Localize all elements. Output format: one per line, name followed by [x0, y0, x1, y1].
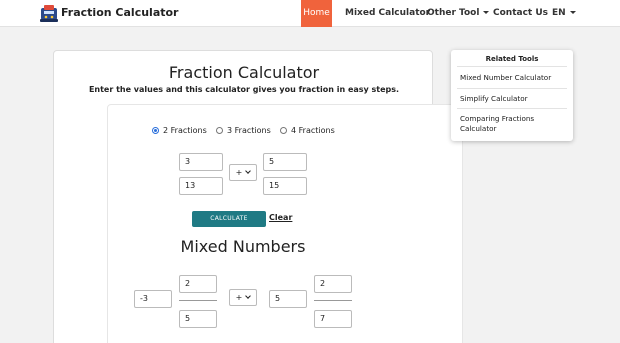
radio-selected[interactable] — [152, 126, 159, 134]
radio-unselected[interactable] — [280, 126, 287, 134]
link-comparing-fractions-calculator[interactable]: Comparing Fractions Calculator — [460, 114, 568, 134]
caret-down-icon — [483, 11, 490, 14]
option-label: 2 Fractions — [163, 125, 207, 135]
mixed-numbers-title: Mixed Numbers — [180, 237, 306, 256]
radio-unselected[interactable] — [216, 126, 223, 134]
nav-language[interactable]: EN — [552, 0, 576, 27]
chevron-down-icon — [245, 168, 252, 174]
mixed1-denominator-input[interactable]: 5 — [179, 310, 217, 328]
option-4-fractions[interactable]: 4 Fractions — [280, 124, 335, 136]
link-simplify-calculator[interactable]: Simplify Calculator — [460, 94, 568, 104]
mixed2-denominator-input[interactable]: 7 — [314, 310, 352, 328]
fraction1-denominator-input[interactable]: 13 — [179, 177, 223, 195]
fraction1-numerator-input[interactable]: 3 — [179, 153, 223, 171]
chevron-down-icon — [245, 293, 252, 299]
option-3-fractions[interactable]: 3 Fractions — [216, 124, 271, 136]
clear-link[interactable]: Clear — [269, 213, 292, 222]
divider — [457, 108, 567, 109]
calculator-robot-icon[interactable] — [40, 5, 58, 22]
mixed2-numerator-input[interactable]: 2 — [314, 275, 352, 293]
mixed1-numerator-input[interactable]: 2 — [179, 275, 217, 293]
page-subtitle: Enter the values and this calculator giv… — [88, 85, 400, 94]
calculate-button[interactable]: CALCULATE — [192, 211, 266, 227]
option-label: 3 Fractions — [227, 125, 271, 135]
operator-value: + — [235, 293, 243, 302]
caret-down-icon — [569, 11, 576, 14]
fraction-bar — [179, 300, 217, 301]
nav-language-label: EN — [552, 8, 566, 18]
mixed2-whole-input[interactable]: 5 — [269, 290, 307, 308]
nav-home[interactable]: Home — [301, 0, 332, 27]
fraction-bar — [314, 300, 352, 301]
fraction2-numerator-input[interactable]: 5 — [263, 153, 307, 171]
option-2-fractions[interactable]: 2 Fractions — [152, 124, 207, 136]
mixed-operator-select[interactable]: + — [229, 289, 257, 306]
nav-other-tool[interactable]: Other Tool — [427, 0, 490, 27]
divider — [457, 88, 567, 89]
divider — [457, 66, 567, 67]
related-tools-panel: Related Tools Mixed Number Calculator Si… — [451, 50, 573, 141]
brand-name[interactable]: Fraction Calculator — [61, 6, 178, 19]
navbar: Fraction Calculator Home Mixed Calculato… — [0, 0, 620, 27]
related-tools-title: Related Tools — [485, 55, 539, 63]
nav-mixed-calculator[interactable]: Mixed Calculator — [345, 0, 430, 27]
link-mixed-number-calculator[interactable]: Mixed Number Calculator — [460, 73, 568, 83]
option-label: 4 Fractions — [291, 125, 335, 135]
nav-contact-us[interactable]: Contact Us — [493, 0, 548, 27]
operator-select[interactable]: + — [229, 164, 257, 181]
operator-value: + — [235, 168, 243, 177]
page-title: Fraction Calculator — [168, 63, 320, 82]
fraction2-denominator-input[interactable]: 15 — [263, 177, 307, 195]
nav-other-tool-label: Other Tool — [427, 8, 480, 18]
mixed1-whole-input[interactable]: -3 — [134, 290, 172, 308]
